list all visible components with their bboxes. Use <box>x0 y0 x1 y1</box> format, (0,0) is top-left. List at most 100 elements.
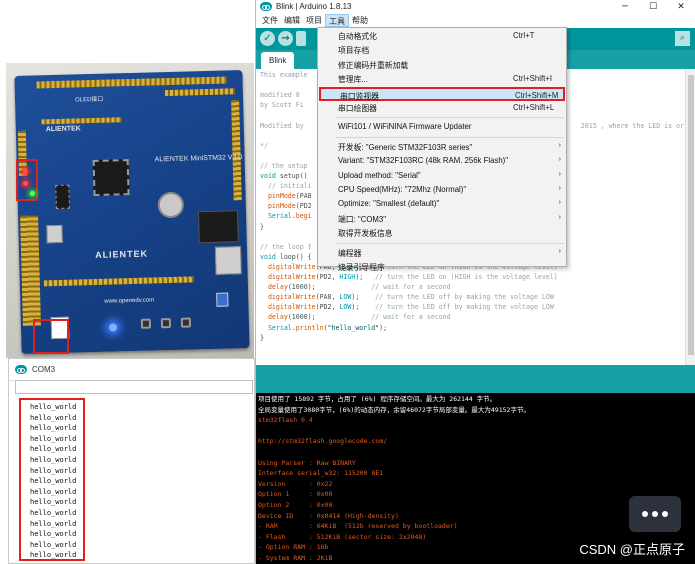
red-led-2 <box>23 181 28 186</box>
chevron-right-icon: › <box>558 185 561 192</box>
serial-output-line: hello_world <box>30 413 77 422</box>
tools-menu-item[interactable]: 开发板: "Generic STM32F103R series" › <box>319 140 565 154</box>
serial-output-line: hello_world <box>30 434 77 443</box>
console-line: Option 1 : 0x00 <box>258 490 333 499</box>
code-line: */ <box>260 142 268 150</box>
tools-menu-item[interactable]: 端口: "COM3" › <box>319 212 565 226</box>
code-line: delay(1000); // wait for a second <box>260 313 451 321</box>
watermark-text: CSDN @正点原子 <box>579 542 685 557</box>
close-button[interactable]: ✕ <box>667 0 695 13</box>
code-token: (1000); <box>287 283 372 292</box>
tools-menu-item[interactable]: 管理库... Ctrl+Shift+I <box>319 72 565 86</box>
code-line: digitalWrite(PD2, HIGH); // turn the LED… <box>260 273 558 281</box>
code-token: modified 8 <box>260 91 300 100</box>
code-token: // the setup <box>260 161 308 170</box>
small-chip <box>55 184 70 209</box>
tools-menu-item[interactable]: 串口绘图器 Ctrl+Shift+L <box>319 101 565 115</box>
tools-menu-item[interactable]: Upload method: "Serial" › <box>319 169 565 183</box>
console-line: Interface serial_w32: 115200 8E1 <box>258 469 384 478</box>
code-line: digitalWrite(PD2, LOW); // turn the LED … <box>260 303 554 311</box>
minimize-button[interactable]: ─ <box>611 0 639 13</box>
left-pin-header <box>20 215 41 326</box>
tools-menu-item[interactable]: WiFi101 / WiFiNINA Firmware Updater <box>319 120 565 134</box>
scrollbar-thumb[interactable] <box>688 75 694 355</box>
menu-item-label: 串口绘图器 <box>338 104 377 113</box>
editor-scrollbar[interactable] <box>685 69 695 365</box>
new-icon[interactable] <box>296 31 306 46</box>
arduino-icon <box>260 2 272 11</box>
console-line: http://stm32flash.googlecode.com/ <box>258 437 388 446</box>
coin-battery <box>157 191 185 219</box>
code-token: // turn the LED off by making the voltag… <box>375 293 554 302</box>
serial-send-input[interactable] <box>15 380 253 394</box>
menu-item-0[interactable]: 文件 <box>259 14 281 27</box>
brand-text: ALIENTEK <box>45 125 81 134</box>
tools-menu-item[interactable]: 编程器 › <box>319 246 565 260</box>
top-right-header <box>164 88 235 97</box>
menu-item-3[interactable]: 工具 <box>325 13 349 27</box>
serial-output-area: hello_world hello_world hello_world hello_w… <box>19 398 85 561</box>
code-token: LOW <box>339 303 352 312</box>
serial-output-line: hello_world <box>30 540 77 549</box>
code-token: digitalWrite <box>267 262 316 271</box>
reset-button <box>140 318 152 329</box>
code-token: delay <box>267 283 288 292</box>
code-token: This example <box>260 71 308 79</box>
tab-blink[interactable]: Blink <box>261 52 295 69</box>
serial-output-line: hello_world <box>30 403 77 411</box>
menu-item-label: 烧录引导程序 <box>338 263 385 272</box>
tools-menu-item[interactable]: 烧录引导程序 <box>319 260 565 274</box>
code-token: Serial <box>267 323 292 332</box>
code-token: } <box>260 333 264 342</box>
menu-item-label: 串口监视器 <box>340 91 379 101</box>
menu-item-label: 项目存档 <box>338 46 370 56</box>
code-line: 2015 , where the LED is or <box>581 122 684 130</box>
board-photo: OLED接口 ALIENTEK ALIENTEK MiniSTM32 V3.0 … <box>6 63 254 358</box>
tools-menu-item[interactable]: 取得开发板信息 <box>319 226 565 240</box>
menu-separator <box>336 242 564 244</box>
tools-menu-item[interactable]: 串口监视器 Ctrl+Shift+M <box>319 86 565 101</box>
mini-usb-port <box>46 224 63 244</box>
tools-menu-item[interactable]: 自动格式化 Ctrl+T <box>319 29 565 43</box>
code-line: Serial.println("hello_world"); <box>260 324 387 332</box>
serial-output-line: hello_world <box>30 445 77 454</box>
maximize-button[interactable]: ☐ <box>639 0 667 13</box>
menu-item-label: Optimize: "Smallest (default)" <box>338 199 440 209</box>
menu-item-label: Upload method: "Serial" <box>338 170 421 180</box>
upload-icon[interactable]: → <box>278 31 293 46</box>
tools-menu-item[interactable]: Optimize: "Smallest (default)" › <box>319 197 565 211</box>
tools-menu-item[interactable]: 修正编码并重新加载 <box>319 58 565 72</box>
verify-icon[interactable]: ✓ <box>260 31 275 46</box>
chevron-right-icon: › <box>558 213 561 221</box>
chat-icon <box>629 496 681 532</box>
serial-output-line: hello_world <box>30 477 77 486</box>
code-token: (PD2, <box>315 273 340 281</box>
menu-item-label: 取得开发板信息 <box>338 229 393 239</box>
menu-item-2[interactable]: 项目 <box>303 14 325 27</box>
code-line: delay(1000); // wait for a second <box>260 283 451 291</box>
console-line: stm32flash 0.4 <box>258 416 313 425</box>
tools-menu-item[interactable]: CPU Speed(MHz): "72Mhz (Normal)" › <box>319 183 565 197</box>
lcd-connector <box>198 210 239 244</box>
code-line: // the setup <box>260 162 308 170</box>
code-token: LOW <box>339 293 352 302</box>
menu-item-label: 开发板: "Generic STM32F103R series" <box>338 142 473 152</box>
code-token: digitalWrite <box>267 303 316 312</box>
code-token: } <box>260 222 264 231</box>
tools-menu-item[interactable]: 项目存档 <box>319 43 565 57</box>
serial-monitor-icon[interactable]: ⌕ <box>675 31 690 46</box>
menu-item-label: WiFi101 / WiFiNINA Firmware Updater <box>338 122 472 132</box>
switch-highlight-box <box>33 319 69 354</box>
serial-monitor-window: COM3 hello_world hello_world hello_world he… <box>8 358 255 564</box>
tools-menu-item[interactable]: Variant: "STM32F103RC (48k RAM. 256k Fla… <box>319 154 565 168</box>
menu-item-4[interactable]: 帮助 <box>349 14 371 27</box>
website-label: www.openedv.com <box>104 297 155 305</box>
window-controls: ─ ☐ ✕ <box>611 0 695 13</box>
menu-item-1[interactable]: 编辑 <box>281 14 303 27</box>
